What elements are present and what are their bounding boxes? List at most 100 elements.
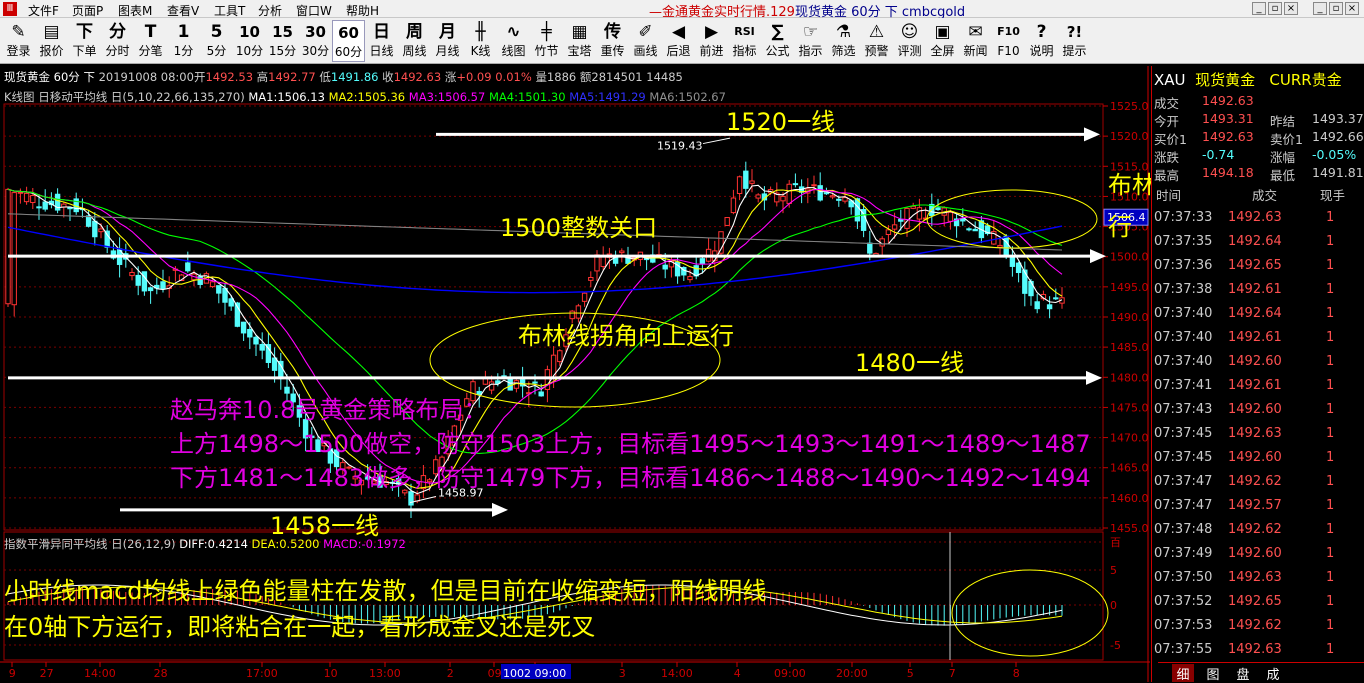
toolbar-button-23[interactable]: ∑ 公式 [761,20,794,62]
candle-body [749,180,755,184]
toolbar-icon-32: ?! [1066,23,1083,41]
toolbar-button-3[interactable]: 分分时 [101,20,134,62]
candle-body [160,281,166,290]
time-axis-label: 8 [1013,667,1020,680]
tab-orderbook[interactable]: 盘 [1232,664,1254,683]
toolbar-icon-4: T [144,22,157,42]
toolbar-button-4[interactable]: T 分笔 [134,20,167,62]
ohlc-info-line: 现货黄金 60分 下 20191008 08:00开1492.53 高1492.… [4,69,683,85]
tick-volume: 1 [1326,642,1335,657]
menu-page[interactable]: 页面P [72,2,103,19]
tick-time: 07:37:52 [1154,594,1213,609]
macd-axis-label: 百 [1110,536,1121,549]
tick-price: 1492.60 [1228,402,1282,417]
toolbar-icon-10: 60 [338,24,359,42]
low-label: 低 [319,70,331,84]
toolbar-button-8[interactable]: 15 15分 [266,20,299,62]
toolbar-button-13[interactable]: 月月线 [431,20,464,62]
toolbar-button-12[interactable]: 周周线 [398,20,431,62]
toolbar-button-5[interactable]: 1 1分 [167,20,200,62]
minimize-button[interactable]: _ [1313,2,1327,15]
tab-detail[interactable]: 细 [1172,664,1194,683]
inner-restore-button[interactable]: ▫ [1268,2,1282,15]
menu-view[interactable]: 查看V [167,2,199,19]
toolbar-button-30[interactable]: F10 F10 [992,20,1025,62]
candle-body [743,170,749,189]
toolbar-button-17[interactable]: ▦ 宝塔 [563,20,596,62]
toolbar-button-31[interactable]: ? 说明 [1025,20,1058,62]
toolbar-button-6[interactable]: 5 5分 [200,20,233,62]
tick-price: 1492.63 [1228,426,1282,441]
quote-value: 1493.31 [1202,111,1254,126]
quote-row: 买价1 1492.63 卖价1 1492.66 [1152,129,1364,147]
menu-file[interactable]: 文件F [28,2,59,19]
toolbar-button-28[interactable]: ▣ 全屏 [926,20,959,62]
toolbar-button-7[interactable]: 10 10分 [233,20,266,62]
tab-trades[interactable]: 成 [1262,664,1284,683]
menu-analysis[interactable]: 分析 [258,2,282,19]
restore-button[interactable]: ▫ [1329,2,1343,15]
app-logo-icon: Ⅲ [3,2,17,16]
toolbar-button-21[interactable]: ▶ 前进 [695,20,728,62]
toolbar-button-16[interactable]: ╪ 竹节 [530,20,563,62]
tick-row: 07:37:41 1492.61 1 [1152,378,1364,402]
candle-body [699,258,706,265]
quote-label: 买价1 [1154,132,1187,147]
time-axis-label: 13:00 [369,667,401,680]
toolbar-icon-18: 传 [604,22,621,42]
toolbar-button-1[interactable]: ▤ 报价 [35,20,68,62]
high-mark-label: 1519.43 [657,140,703,153]
candle-body [817,185,823,201]
candle-body [1053,297,1059,300]
candle-body [488,381,495,391]
menu-chart[interactable]: 图表M [118,2,152,19]
toolbar-button-20[interactable]: ◀ 后退 [662,20,695,62]
tick-row: 07:37:45 1492.63 1 [1152,426,1364,450]
candle-body [129,271,135,277]
toolbar-button-15[interactable]: ∿ 线图 [497,20,530,62]
menu-tools[interactable]: 工具T [214,2,245,19]
toolbar-button-24[interactable]: ☞ 指示 [794,20,827,62]
toolbar-button-22[interactable]: RSI 指标 [728,20,761,62]
toolbar-button-26[interactable]: ⚠ 预警 [860,20,893,62]
toolbar-button-32[interactable]: ?! 提示 [1058,20,1091,62]
candle-body [209,281,216,288]
toolbar-button-14[interactable]: ╫ K线 [464,20,497,62]
candle-body [135,274,141,286]
toolbar-button-11[interactable]: 日日线 [365,20,398,62]
toolbar-button-2[interactable]: 下下单 [68,20,101,62]
toolbar-button-19[interactable]: ✐ 画线 [629,20,662,62]
toolbar-button-25[interactable]: ⚗ 筛选 [827,20,860,62]
tick-header: 时间 成交 现手 [1152,185,1364,203]
tick-volume: 1 [1326,282,1335,297]
candle-body [1034,301,1040,310]
time-axis-label: 2 [447,667,454,680]
amount: 额2814501 [579,70,643,84]
quote-label: 卖价1 [1270,132,1303,147]
tick-volume: 1 [1326,210,1335,225]
toolbar-button-29[interactable]: ✉ 新闻 [959,20,992,62]
candle-body [811,184,817,187]
menu-window[interactable]: 窗口W [296,2,332,19]
tab-chart[interactable]: 图 [1202,664,1224,683]
candle-body [600,256,606,268]
inner-minimize-button[interactable]: _ [1252,2,1266,15]
toolbar-icon-23: ∑ [771,22,784,42]
tick-time: 07:37:45 [1154,426,1213,441]
candle-body [724,217,730,226]
toolbar-label-28: 全屏 [930,44,955,58]
tick-price: 1492.60 [1228,450,1282,465]
close-button[interactable]: × [1345,2,1359,15]
ma-indicator-label[interactable]: K线图 日移动平均线 日(5,10,22,66,135,270) [4,90,245,104]
menu-help[interactable]: 帮助H [346,2,379,19]
macd-axis-label: 0 [1110,599,1117,612]
toolbar-button-10[interactable]: 60 60分 [332,20,365,62]
inner-close-button[interactable]: × [1284,2,1298,15]
toolbar-button-27[interactable]: ☺ 评测 [893,20,926,62]
quote-row: 最高 1494.18 最低 1491.81 [1152,165,1364,183]
candle-body [730,197,737,214]
toolbar-button-18[interactable]: 传重传 [596,20,629,62]
toolbar-button-0[interactable]: ✎ 登录 [2,20,35,62]
macd-indicator-label[interactable]: 指数平滑异同平均线 日(26,12,9) [4,537,176,551]
toolbar-button-9[interactable]: 30 30分 [299,20,332,62]
